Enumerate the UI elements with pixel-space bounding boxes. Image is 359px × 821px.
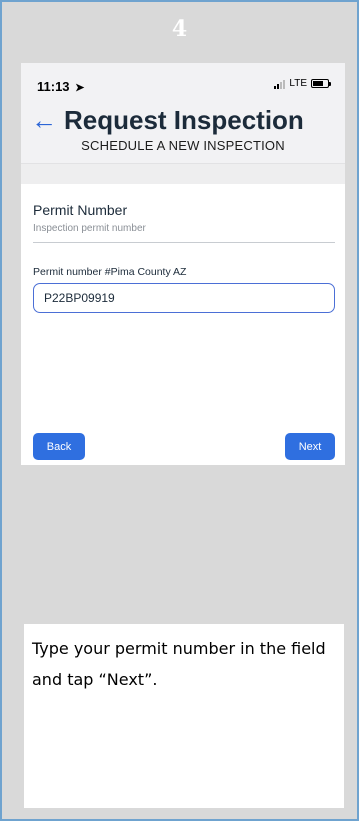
phone-screenshot: 11:13 ➤ LTE ← Request Inspection SCHEDUL… [21, 63, 345, 465]
network-label: LTE [289, 78, 307, 89]
section-divider [21, 163, 345, 184]
title-bar: ← Request Inspection SCHEDULE A NEW INSP… [21, 101, 345, 163]
page-title: Request Inspection [64, 105, 304, 135]
page-subtitle: SCHEDULE A NEW INSPECTION [81, 138, 285, 153]
permit-section-help: Inspection permit number [33, 223, 146, 234]
permit-number-input[interactable] [33, 283, 335, 313]
back-arrow-icon[interactable]: ← [31, 105, 57, 135]
instruction-caption: Type your permit number in the field and… [24, 624, 344, 808]
tutorial-frame: 4 11:13 ➤ LTE ← Request Inspection SCHED… [0, 0, 359, 821]
next-button[interactable]: Next [285, 433, 335, 460]
permit-section-label: Permit Number [33, 202, 128, 218]
status-time: 11:13 ➤ [37, 79, 84, 94]
section-rule [33, 242, 335, 243]
permit-field-label: Permit number #Pima County AZ [33, 266, 187, 278]
back-button[interactable]: Back [33, 433, 85, 460]
step-number: 4 [171, 16, 188, 42]
status-bar: 11:13 ➤ LTE [21, 63, 345, 101]
signal-icon [274, 79, 286, 89]
status-indicators: LTE [274, 78, 331, 89]
battery-icon [311, 79, 331, 88]
status-time-text: 11:13 [37, 79, 70, 94]
caption-text: Type your permit number in the field and… [32, 639, 326, 689]
location-arrow-icon: ➤ [75, 82, 85, 94]
